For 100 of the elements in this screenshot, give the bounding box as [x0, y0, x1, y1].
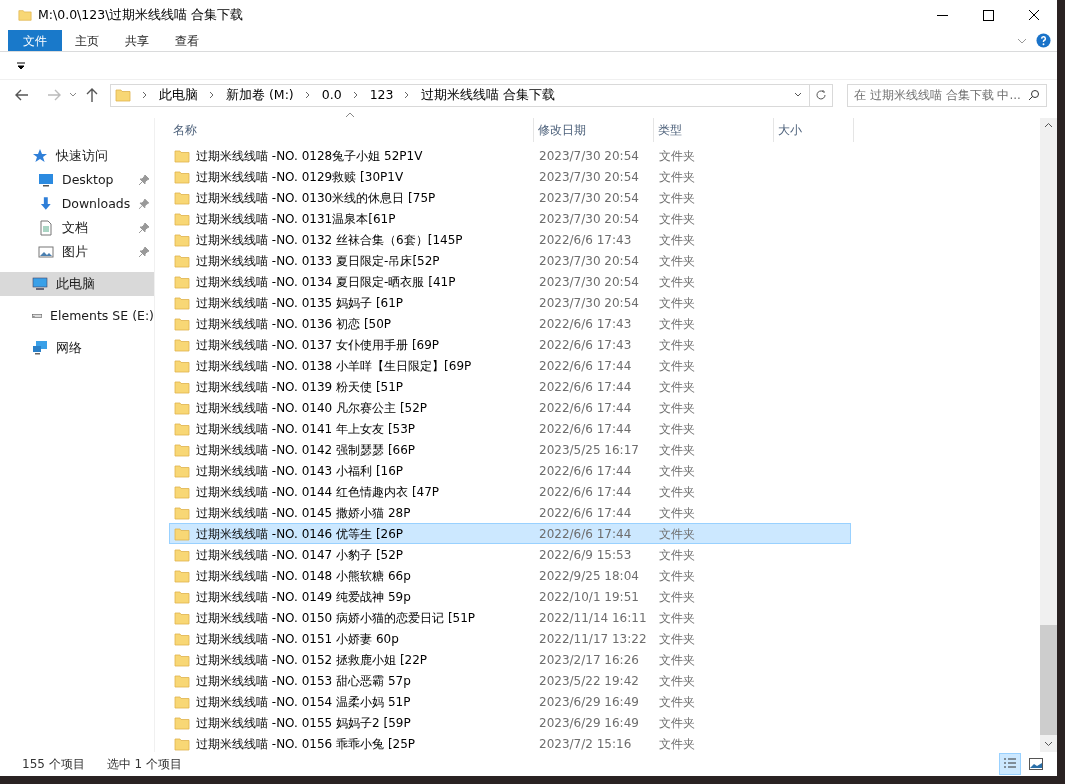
- document-icon: [38, 220, 54, 236]
- file-row[interactable]: 过期米线线喵 -NO. 0136 初恋 [50P 2022/6/6 17:43 文件夹: [169, 313, 851, 334]
- nav-item[interactable]: Downloads: [0, 192, 154, 216]
- file-row[interactable]: 过期米线线喵 -NO. 0134 夏日限定-晒衣服 [41P 2023/7/30 20:54 文件夹: [169, 271, 851, 292]
- back-arrow-icon[interactable]: [14, 87, 30, 103]
- file-row[interactable]: 过期米线线喵 -NO. 0142 强制瑟瑟 [66P 2023/5/25 16:17 文件夹: [169, 439, 851, 460]
- file-name: 过期米线线喵 -NO. 0139 粉天使 [51P: [196, 378, 404, 396]
- nav-item[interactable]: 此电脑: [0, 272, 154, 296]
- file-type: 文件夹: [658, 441, 696, 459]
- file-row[interactable]: 过期米线线喵 -NO. 0151 小娇妻 60p 2022/11/17 13:22 文件夹: [169, 628, 851, 649]
- file-row[interactable]: 过期米线线喵 -NO. 0144 红色情趣内衣 [47P 2022/6/6 17:44 文件夹: [169, 481, 851, 502]
- computer-icon: [32, 276, 48, 292]
- nav-item[interactable]: 图片: [0, 240, 154, 264]
- file-name: 过期米线线喵 -NO. 0147 小豹子 [52P: [196, 546, 404, 564]
- monitor-icon: [38, 172, 54, 188]
- column-header[interactable]: 类型: [654, 118, 774, 142]
- file-row[interactable]: 过期米线线喵 -NO. 0155 妈妈子2 [59P 2023/6/29 16:49 文件夹: [169, 712, 851, 733]
- file-row[interactable]: 过期米线线喵 -NO. 0150 病娇小猫的恋爱日记 [51P 2022/11/14 16:11 文件夹: [169, 607, 851, 628]
- file-row[interactable]: 过期米线线喵 -NO. 0131温泉本[61P 2023/7/30 20:54 文件夹: [169, 208, 851, 229]
- file-row[interactable]: 过期米线线喵 -NO. 0152 拯救鹿小姐 [22P 2023/2/17 16:26 文件夹: [169, 649, 851, 670]
- pin-icon[interactable]: [138, 222, 150, 234]
- modified-date: 2022/6/6 17:44: [538, 483, 633, 501]
- network-icon: [32, 340, 48, 356]
- column-header[interactable]: 修改日期: [534, 118, 654, 142]
- ribbon-tab[interactable]: 文件: [8, 30, 62, 51]
- column-header[interactable]: 大小: [774, 118, 854, 142]
- column-header[interactable]: 名称: [169, 118, 534, 142]
- nav-item[interactable]: Elements SE (E:): [0, 304, 154, 328]
- file-row[interactable]: 过期米线线喵 -NO. 0138 小羊咩【生日限定】[69P 2022/6/6 17:44 文件夹: [169, 355, 851, 376]
- file-row[interactable]: 过期米线线喵 -NO. 0147 小豹子 [52P 2022/6/9 15:53 文件夹: [169, 544, 851, 565]
- file-row[interactable]: 过期米线线喵 -NO. 0140 凡尔赛公主 [52P 2022/6/6 17:44 文件夹: [169, 397, 851, 418]
- folder-icon: [174, 336, 190, 353]
- chevron-right-icon[interactable]: [208, 91, 216, 99]
- file-row[interactable]: 过期米线线喵 -NO. 0137 女仆使用手册 [69P 2022/6/6 17:43 文件夹: [169, 334, 851, 355]
- file-row[interactable]: 过期米线线喵 -NO. 0154 温柔小妈 51P 2023/6/29 16:49 文件夹: [169, 691, 851, 712]
- pin-icon[interactable]: [138, 198, 150, 210]
- folder-icon: [174, 315, 190, 332]
- file-row[interactable]: 过期米线线喵 -NO. 0132 丝袜合集（6套）[145P 2022/6/6 17:43 文件夹: [169, 229, 851, 250]
- chevron-right-icon[interactable]: [351, 91, 360, 99]
- address-bar[interactable]: 此电脑 新加卷 (M:) 0.0 123 过期米线线喵 合集下载: [110, 83, 833, 107]
- file-type: 文件夹: [658, 546, 696, 564]
- file-row[interactable]: 过期米线线喵 -NO. 0143 小福利 [16P 2022/6/6 17:44 文件夹: [169, 460, 851, 481]
- folder-icon: [174, 168, 190, 185]
- folder-icon: [174, 567, 190, 584]
- file-type: 文件夹: [658, 672, 696, 690]
- file-type: 文件夹: [658, 735, 696, 753]
- scroll-thumb[interactable]: [1040, 625, 1057, 735]
- file-row[interactable]: 过期米线线喵 -NO. 0141 年上女友 [53P 2022/6/6 17:44 文件夹: [169, 418, 851, 439]
- modified-date: 2022/11/17 13:22: [538, 630, 648, 648]
- file-type: 文件夹: [658, 567, 696, 585]
- file-row[interactable]: 过期米线线喵 -NO. 0148 小熊软糖 66p 2022/9/25 18:04 文件夹: [169, 565, 851, 586]
- file-row[interactable]: 过期米线线喵 -NO. 0153 甜心恶霸 57p 2023/5/22 19:42 文件夹: [169, 670, 851, 691]
- folder-icon: [174, 252, 190, 269]
- refresh-icon[interactable]: [815, 89, 827, 101]
- help-icon[interactable]: [1036, 33, 1051, 48]
- pin-icon[interactable]: [138, 246, 150, 258]
- folder-icon: [174, 693, 190, 710]
- pin-icon[interactable]: [138, 174, 150, 186]
- up-arrow-icon[interactable]: [84, 87, 100, 103]
- file-row[interactable]: 过期米线线喵 -NO. 0146 优等生 [26P 2022/6/6 17:44 文件夹: [169, 523, 851, 544]
- file-name: 过期米线线喵 -NO. 0156 乖乖小兔 [25P: [196, 735, 416, 753]
- modified-date: 2023/6/29 16:49: [538, 714, 640, 732]
- nav-item[interactable]: 文档: [0, 216, 154, 240]
- file-name: 过期米线线喵 -NO. 0149 纯爱战神 59p: [196, 588, 411, 606]
- ribbon-tab[interactable]: 查看: [162, 30, 212, 51]
- folder-icon: [174, 441, 190, 458]
- chevron-right-icon[interactable]: [141, 91, 149, 99]
- scrollbar[interactable]: [1040, 142, 1057, 752]
- file-type: 文件夹: [658, 420, 696, 438]
- file-row[interactable]: 过期米线线喵 -NO. 0145 撒娇小猫 28P 2022/6/6 17:44 文件夹: [169, 502, 851, 523]
- nav-item[interactable]: 网络: [0, 336, 154, 360]
- nav-item[interactable]: Desktop: [0, 168, 154, 192]
- file-row[interactable]: 过期米线线喵 -NO. 0128兔子小姐 52P1V 2023/7/30 20:54 文件夹: [169, 145, 851, 166]
- chevron-right-icon[interactable]: [303, 91, 312, 99]
- search-icon[interactable]: [1028, 89, 1040, 101]
- file-row[interactable]: 过期米线线喵 -NO. 0129救赎 [30P1V 2023/7/30 20:54 文件夹: [169, 166, 851, 187]
- breadcrumb[interactable]: 123: [369, 85, 394, 105]
- file-row[interactable]: 过期米线线喵 -NO. 0149 纯爱战神 59p 2022/10/1 19:51 文件夹: [169, 586, 851, 607]
- modified-date: 2022/6/6 17:43: [538, 336, 633, 354]
- file-type: 文件夹: [658, 294, 696, 312]
- file-row[interactable]: 过期米线线喵 -NO. 0133 夏日限定-吊床[52P 2023/7/30 20:54 文件夹: [169, 250, 851, 271]
- modified-date: 2023/7/30 20:54: [538, 189, 640, 207]
- breadcrumb[interactable]: 新加卷 (M:): [226, 85, 294, 105]
- breadcrumb[interactable]: 过期米线线喵 合集下载: [421, 85, 556, 105]
- ribbon-tab[interactable]: 主页: [62, 30, 112, 51]
- modified-date: 2022/6/6 17:44: [538, 504, 633, 522]
- file-name: 过期米线线喵 -NO. 0150 病娇小猫的恋爱日记 [51P: [196, 609, 476, 627]
- nav-item[interactable]: 快速访问: [0, 144, 154, 168]
- file-name: 过期米线线喵 -NO. 0154 温柔小妈 51P: [196, 693, 411, 711]
- file-row[interactable]: 过期米线线喵 -NO. 0135 妈妈子 [61P 2023/7/30 20:54 文件夹: [169, 292, 851, 313]
- file-row[interactable]: 过期米线线喵 -NO. 0139 粉天使 [51P 2022/6/6 17:44 文件夹: [169, 376, 851, 397]
- breadcrumb[interactable]: 此电脑: [159, 85, 198, 105]
- breadcrumb[interactable]: 0.0: [321, 85, 342, 105]
- customize-toolbar-icon[interactable]: [16, 61, 26, 70]
- file-row[interactable]: 过期米线线喵 -NO. 0130米线的休息日 [75P 2023/7/30 20:54 文件夹: [169, 187, 851, 208]
- search-field[interactable]: 在 过期米线线喵 合集下载 中...: [847, 83, 1047, 107]
- scroll-up-icon[interactable]: [1044, 122, 1053, 128]
- file-row[interactable]: 过期米线线喵 -NO. 0156 乖乖小兔 [25P 2023/7/2 15:16 文件夹: [169, 733, 851, 754]
- ribbon-tab[interactable]: 共享: [112, 30, 162, 51]
- scroll-down-icon[interactable]: [1044, 740, 1053, 747]
